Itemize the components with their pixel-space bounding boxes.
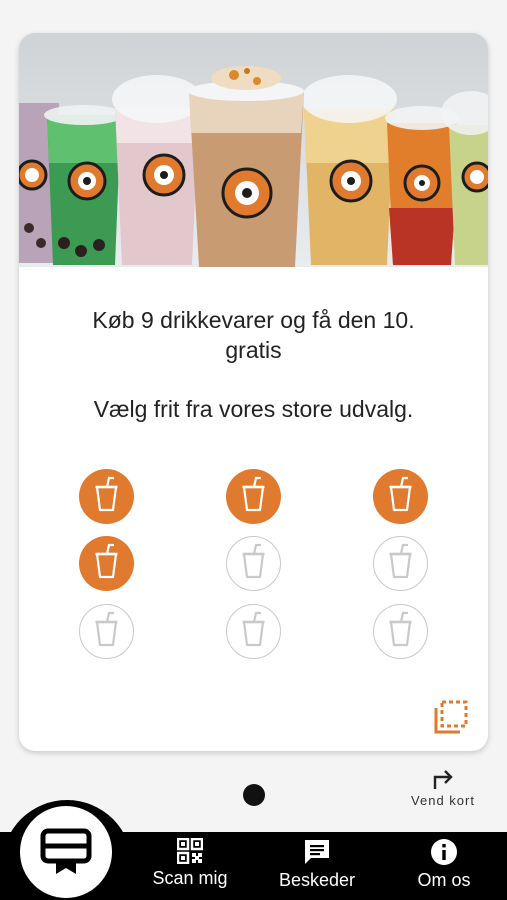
promo-subline: Vælg frit fra vores store udvalg.: [93, 396, 414, 422]
stamp-8: [226, 604, 281, 659]
page-indicator-dot: [243, 784, 265, 806]
cup-icon: [389, 611, 411, 646]
cup-icon: [389, 543, 411, 578]
cup-icon: [95, 543, 118, 579]
stamp-3: [373, 469, 428, 524]
cup-icon: [95, 611, 117, 646]
turn-arrow-icon: [433, 770, 453, 789]
flip-corner-icon[interactable]: [433, 699, 469, 735]
cup-icon: [242, 543, 264, 578]
flip-card-label: Vend kort: [411, 793, 475, 808]
nav-scan-label: Scan mig: [152, 868, 228, 888]
info-icon: [431, 839, 457, 865]
promo-line: Køb 9 drikkevarer og få den 10. gratis: [92, 307, 415, 363]
stamp-1: [79, 469, 134, 524]
cup-icon: [95, 476, 118, 512]
message-icon: [305, 840, 329, 864]
hero-image: [19, 33, 488, 267]
stamp-4: [79, 536, 134, 591]
cup-icon: [242, 476, 265, 512]
nav-messages-label: Beskeder: [278, 870, 356, 890]
nav-about[interactable]: Om os: [389, 838, 499, 891]
flip-card-button[interactable]: Vend kort: [398, 765, 488, 808]
stamp-7: [79, 604, 134, 659]
nav-about-label: Om os: [417, 870, 471, 890]
nav-scan[interactable]: Scan mig: [135, 838, 245, 889]
loyalty-card[interactable]: Køb 9 drikkevarer og få den 10. gratis V…: [19, 33, 488, 751]
cup-icon: [389, 476, 412, 512]
stamp-6: [373, 536, 428, 591]
stamp-2: [226, 469, 281, 524]
loyalty-card-button[interactable]: [20, 806, 112, 898]
qr-code-icon: [177, 838, 203, 864]
stamp-5: [226, 536, 281, 591]
cup-icon: [242, 611, 264, 646]
stamp-9: [373, 604, 428, 659]
loyalty-card-icon: [40, 828, 92, 874]
nav-messages[interactable]: Beskeder: [262, 838, 372, 891]
promo-text: Køb 9 drikkevarer og få den 10. gratis V…: [19, 305, 488, 424]
